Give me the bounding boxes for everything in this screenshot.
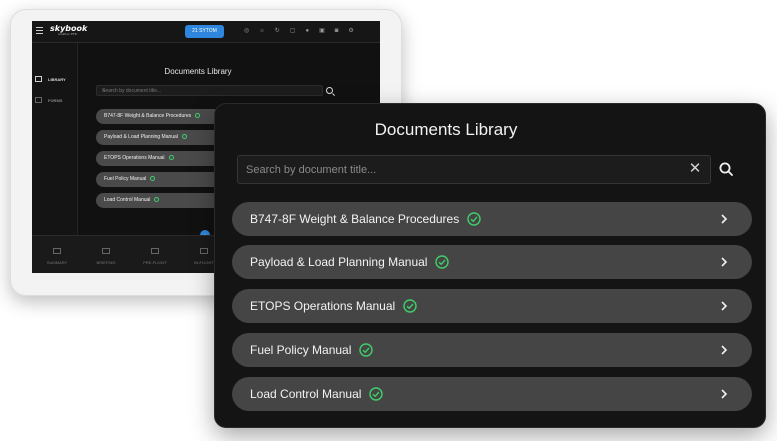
chevron-right-icon xyxy=(721,345,728,355)
search-icon[interactable] xyxy=(719,162,733,176)
chat-icon[interactable]: ▢ xyxy=(290,27,296,35)
check-circle-icon xyxy=(168,155,174,161)
documents-library-panel: Documents Library Search by document tit… xyxy=(214,103,766,428)
sync-icon[interactable]: ◎ xyxy=(244,27,249,35)
briefing-icon xyxy=(102,248,110,254)
chevron-right-icon xyxy=(721,214,728,224)
search-placeholder: Search by document title... xyxy=(246,164,377,176)
chevron-right-icon xyxy=(721,389,728,399)
settings-icon[interactable]: ⚙ xyxy=(348,27,353,35)
screen-library-title: Documents Library xyxy=(164,67,232,76)
check-circle-icon xyxy=(467,212,481,226)
document-title: Fuel Policy Manual xyxy=(104,176,147,182)
app-logo: skybook Aviation EFB xyxy=(50,24,87,36)
sidebar-item-label: FORMS xyxy=(48,97,63,103)
search-icon[interactable] xyxy=(326,87,333,94)
flight-pill-button[interactable]: 21 SYTOM xyxy=(185,25,224,38)
hamburger-menu-icon[interactable] xyxy=(36,27,43,35)
search-input[interactable]: Search by document title... ✕ xyxy=(237,155,711,184)
tab-label: PRE-FLIGHT xyxy=(143,260,167,265)
tab-summary[interactable]: SUMMARY xyxy=(32,248,82,265)
mic-icon[interactable]: ● xyxy=(305,27,309,35)
tab-label: BRIEFING xyxy=(96,260,116,265)
check-circle-icon xyxy=(435,255,450,269)
document-title: Fuel Policy Manual xyxy=(250,343,352,357)
toolbar-icons: ◎ ☼ ↻ ▢ ● ▣ ◙ ⚙ xyxy=(244,27,354,35)
document-row[interactable]: Load Control Manual xyxy=(232,377,752,411)
check-circle-icon xyxy=(150,176,156,182)
check-circle-icon xyxy=(403,299,417,313)
camera-icon[interactable]: ◙ xyxy=(335,27,339,35)
document-title: Payload & Load Planning Manual xyxy=(104,134,178,140)
preflight-icon xyxy=(151,248,159,254)
document-title: B747-8F Weight & Balance Procedures xyxy=(250,212,460,226)
check-circle-icon xyxy=(195,113,201,119)
inflight-icon xyxy=(200,248,208,254)
document-title: ETOPS Operations Manual xyxy=(250,299,396,313)
screen-search-input[interactable]: Search by document title... × xyxy=(96,85,323,96)
document-row[interactable]: ETOPS Operations Manual xyxy=(232,289,752,323)
chevron-right-icon xyxy=(721,301,728,311)
document-title: ETOPS Operations Manual xyxy=(104,155,165,161)
refresh-icon[interactable]: ↻ xyxy=(275,27,280,35)
document-row[interactable]: Fuel Policy Manual xyxy=(232,333,752,367)
document-title: B747-8F Weight & Balance Procedures xyxy=(104,113,192,119)
summary-icon xyxy=(53,248,61,254)
document-row[interactable]: Payload & Load Planning Manual xyxy=(232,245,752,279)
weather-icon[interactable]: ☼ xyxy=(259,27,265,35)
check-circle-icon xyxy=(154,197,160,203)
sidebar-item-forms[interactable]: FORMS xyxy=(35,94,62,106)
sidebar-item-label: LIBRARY xyxy=(48,76,66,82)
window-icon[interactable]: ▣ xyxy=(319,27,325,35)
forms-icon xyxy=(35,97,42,103)
check-circle-icon xyxy=(369,387,384,401)
top-bar: skybook Aviation EFB 21 SYTOM ◎ ☼ ↻ ▢ ● … xyxy=(32,21,380,43)
document-title: Load Control Manual xyxy=(250,387,362,401)
stage: skybook Aviation EFB 21 SYTOM ◎ ☼ ↻ ▢ ● … xyxy=(0,0,777,441)
clear-icon[interactable]: × xyxy=(102,88,319,94)
document-title: Load Control Manual xyxy=(104,197,151,203)
check-circle-icon xyxy=(359,343,374,357)
page-title: Documents Library xyxy=(374,120,518,139)
chevron-right-icon xyxy=(721,257,728,267)
document-row[interactable]: B747-8F Weight & Balance Procedures xyxy=(232,202,752,236)
tab-label: SUMMARY xyxy=(46,260,68,265)
tab-preflight[interactable]: PRE-FLIGHT xyxy=(130,248,180,265)
tab-briefing[interactable]: BRIEFING xyxy=(81,248,131,265)
library-icon xyxy=(35,76,42,82)
sidebar-item-library[interactable]: LIBRARY xyxy=(35,73,66,85)
document-title: Payload & Load Planning Manual xyxy=(250,255,428,269)
check-circle-icon xyxy=(181,134,187,140)
sidebar: LIBRARY FORMS xyxy=(32,43,78,239)
clear-search-icon[interactable]: ✕ xyxy=(686,160,704,178)
